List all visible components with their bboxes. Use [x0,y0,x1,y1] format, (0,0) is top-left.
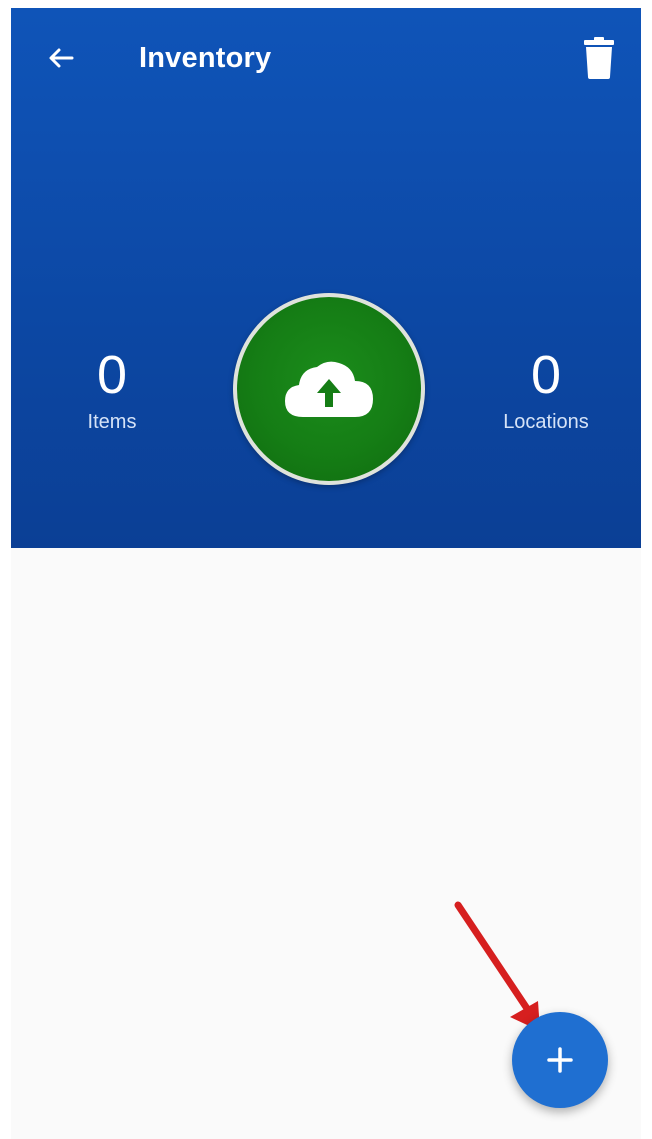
cloud-sync-button-face [237,297,421,481]
add-item-button[interactable] [512,1012,608,1108]
cloud-upload-icon [285,361,373,417]
items-count: 0 [96,345,128,405]
cloud-sync-button[interactable] [233,293,425,485]
plus-icon [547,1047,573,1073]
delete-button[interactable] [575,34,623,82]
back-button[interactable] [37,34,85,82]
page-title: Inventory [139,42,272,74]
header-panel: Inventory 0 Items 0 Locations [11,8,641,548]
locations-count: 0 [530,345,562,405]
items-label: Items [87,411,137,433]
locations-label: Locations [503,411,589,433]
items-stat: 0 Items [12,344,212,434]
arrow-left-icon [49,48,74,68]
trash-icon [584,37,614,79]
app-bar: Inventory [11,8,641,112]
locations-stat: 0 Locations [446,344,641,434]
red-arrow-icon [454,901,540,1031]
